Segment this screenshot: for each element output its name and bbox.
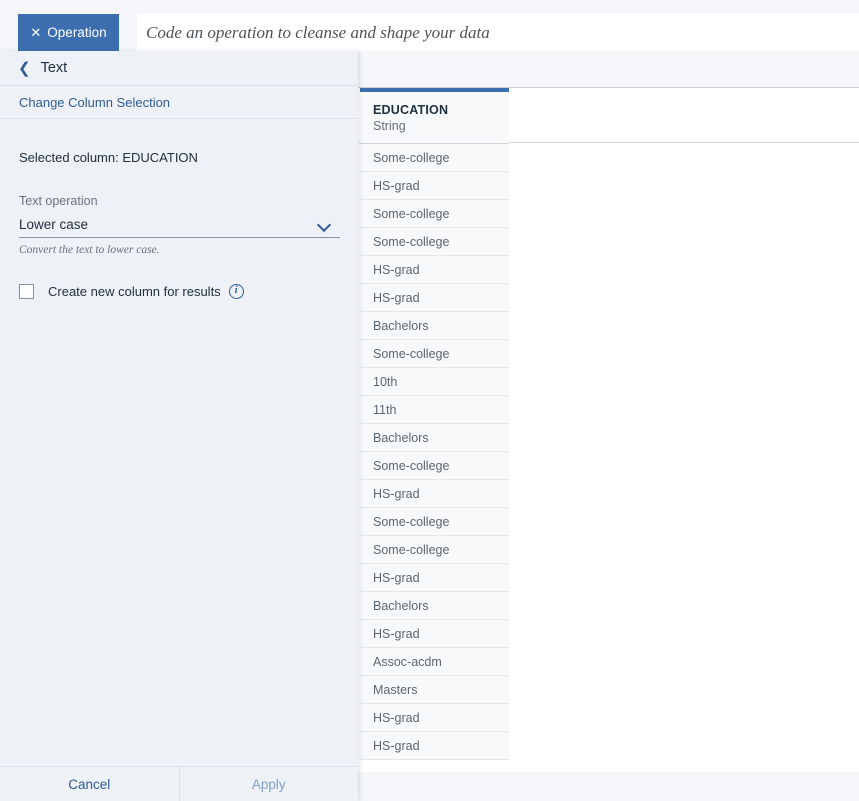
operation-panel: ❮ Text Change Column Selection Selected …	[0, 51, 358, 801]
operation-tab-label: Operation	[47, 25, 107, 40]
column-cell[interactable]: Some-college	[360, 536, 509, 564]
create-new-column-label: Create new column for results	[48, 284, 221, 299]
text-operation-selected-value: Lower case	[19, 217, 89, 232]
selected-column-label: Selected column: EDUCATION	[19, 150, 198, 165]
create-new-column-checkbox[interactable]	[19, 284, 34, 299]
chevron-left-icon[interactable]: ❮	[18, 61, 31, 76]
app-root: EDUCATION String Some-college HS-grad Some…	[0, 0, 859, 801]
column-header[interactable]: EDUCATION String	[360, 92, 509, 144]
column-cell[interactable]: Bachelors	[360, 312, 509, 340]
column-cell[interactable]: Bachelors	[360, 592, 509, 620]
column-cell[interactable]: Some-college	[360, 340, 509, 368]
panel-title: Text	[40, 60, 68, 76]
column-header-name: EDUCATION	[373, 103, 449, 117]
operation-code-input[interactable]	[137, 22, 859, 43]
info-icon[interactable]: i	[228, 284, 244, 299]
column-cell[interactable]: HS-grad	[360, 284, 509, 312]
operation-code-field-wrap	[137, 14, 859, 51]
column-cell[interactable]: 10th	[360, 368, 509, 396]
column-cell[interactable]: Some-college	[360, 144, 509, 172]
column-cell[interactable]: HS-grad	[360, 704, 509, 732]
top-bar: ✕ Operation	[0, 0, 859, 51]
data-grid-column-education: EDUCATION String Some-college HS-grad Some…	[360, 88, 509, 760]
panel-back-header[interactable]: ❮ Text	[0, 51, 358, 86]
column-cell[interactable]: HS-grad	[360, 564, 509, 592]
chevron-down-icon[interactable]	[318, 220, 332, 229]
column-cell[interactable]: HS-grad	[360, 256, 509, 284]
close-icon[interactable]: ✕	[30, 26, 41, 39]
column-cell[interactable]: Some-college	[360, 200, 509, 228]
apply-button[interactable]: Apply	[179, 767, 358, 801]
column-cell[interactable]: Some-college	[360, 508, 509, 536]
workspace-header-band	[358, 51, 859, 88]
column-cell[interactable]: Assoc-acdm	[360, 648, 509, 676]
column-cell[interactable]: Some-college	[360, 452, 509, 480]
panel-footer: Cancel Apply	[0, 766, 358, 801]
column-cell[interactable]: HS-grad	[360, 620, 509, 648]
column-cell[interactable]: Masters	[360, 676, 509, 704]
cancel-button[interactable]: Cancel	[0, 767, 180, 801]
workspace-footer-band	[358, 772, 859, 801]
create-new-column-row: Create new column for results i	[19, 284, 339, 299]
column-cell[interactable]: HS-grad	[360, 732, 509, 760]
change-column-selection-link[interactable]: Change Column Selection	[19, 95, 170, 110]
column-cell-list: Some-college HS-grad Some-college Some-coll…	[360, 144, 509, 760]
column-cell[interactable]: HS-grad	[360, 480, 509, 508]
operation-tab[interactable]: ✕ Operation	[18, 14, 119, 51]
column-cell[interactable]: HS-grad	[360, 172, 509, 200]
column-header-type: String	[373, 119, 406, 133]
column-cell[interactable]: Some-college	[360, 228, 509, 256]
text-operation-label: Text operation	[19, 194, 98, 208]
column-cell[interactable]: Bachelors	[360, 424, 509, 452]
panel-body: Selected column: EDUCATION Text operatio…	[0, 119, 358, 299]
text-operation-helper: Convert the text to lower case.	[19, 244, 160, 256]
text-operation-select[interactable]: Lower case	[19, 217, 340, 238]
panel-subheader: Change Column Selection	[0, 86, 358, 119]
column-cell[interactable]: 11th	[360, 396, 509, 424]
